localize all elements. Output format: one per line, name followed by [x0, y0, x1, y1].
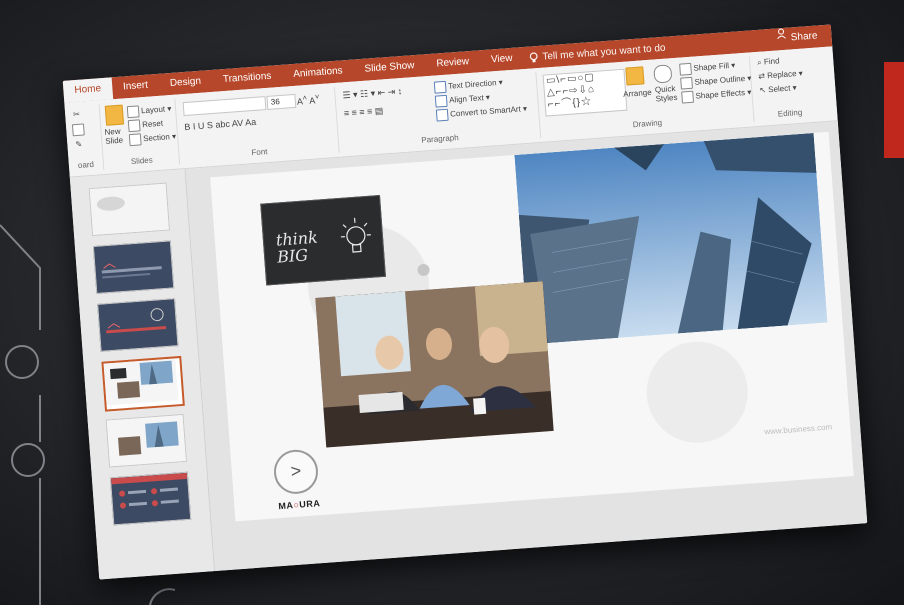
- replace-button[interactable]: ⇄ Replace ▾: [758, 69, 803, 81]
- lightbulb-icon: [529, 51, 538, 62]
- reset-button[interactable]: Reset: [127, 118, 164, 133]
- decorative-dot: [417, 263, 430, 277]
- layout-icon: [126, 105, 140, 119]
- website-text: www.business.com: [763, 422, 833, 437]
- font-group: 36 A˄ A˅ B I U S abc AV Aa Font: [176, 86, 340, 165]
- clipboard-group: ✂ ✎ oard: [64, 104, 105, 173]
- quick-styles-button[interactable]: Quick Styles: [655, 84, 678, 103]
- grow-font-icon[interactable]: A˄ A˅: [296, 92, 320, 107]
- slide-thumbnail-6[interactable]: [109, 471, 192, 526]
- arrange-label[interactable]: Arrange: [623, 88, 652, 99]
- next-slide-button[interactable]: >: [272, 448, 320, 496]
- shape-effects-button[interactable]: Shape Effects ▾: [681, 86, 752, 104]
- slide-thumbnail-3[interactable]: [97, 298, 179, 352]
- thumbnail-graphic: [89, 183, 169, 236]
- thumbnail-graphic: [110, 472, 191, 525]
- search-icon: ⌕: [756, 57, 763, 67]
- slide-thumbnail-2[interactable]: [92, 240, 175, 294]
- thumbnail-graphic: [103, 358, 179, 406]
- skyscrapers-photo[interactable]: [514, 133, 828, 345]
- chalkboard-image: think BIG: [260, 194, 386, 286]
- find-button[interactable]: ⌕ Find: [757, 56, 780, 68]
- text-direction-icon: [433, 80, 447, 94]
- editing-group: ⌕ Find ⇄ Replace ▾ ↖ Select ▾ Editing: [751, 51, 826, 122]
- shape-fill-icon: [679, 62, 692, 76]
- copy-icon[interactable]: [71, 123, 87, 137]
- align-text-icon: [434, 94, 448, 108]
- powerpoint-window: Home Insert Design Transitions Animation…: [62, 24, 868, 580]
- brand-logo: MA○URA: [278, 498, 321, 512]
- slide-thumbnail-4[interactable]: [101, 355, 185, 412]
- slides-group-label: Slides: [130, 155, 153, 167]
- meeting-image: [315, 281, 554, 448]
- clipboard-group-label: oard: [77, 159, 95, 170]
- select-button[interactable]: ↖ Select ▾: [759, 83, 797, 95]
- new-slide-button[interactable]: New Slide: [104, 127, 123, 146]
- select-icon: ↖: [758, 85, 767, 95]
- tab-view[interactable]: View: [479, 47, 524, 72]
- font-name-field[interactable]: [182, 96, 267, 117]
- layout-button[interactable]: Layout ▾: [126, 103, 172, 119]
- slide-editor-canvas: think BIG > MA○URA www.business.com: [185, 121, 868, 572]
- chalkboard-text: think BIG: [275, 227, 319, 267]
- new-slide-icon[interactable]: [104, 104, 126, 126]
- shape-effects-icon: [681, 90, 695, 104]
- skyscrapers-image: [514, 133, 828, 345]
- section-button[interactable]: Section ▾: [128, 131, 177, 147]
- shapes-gallery[interactable]: ▭\⌐▭○▢ △⌐⌐⇨⇩⌂ ⌐⌐⌒{}☆: [542, 68, 628, 117]
- person-icon: [777, 28, 787, 40]
- section-icon: [128, 133, 142, 147]
- share-button[interactable]: Share: [776, 26, 818, 51]
- smartart-icon: [435, 108, 449, 122]
- red-accent-bar: [884, 62, 904, 158]
- arrange-button[interactable]: [625, 66, 646, 86]
- drawing-group: ▭\⌐▭○▢ △⌐⌐⇨⇩⌂ ⌐⌐⌒{}☆ Arrange Quick Style…: [537, 56, 755, 138]
- replace-icon: ⇄: [757, 71, 766, 81]
- slide-thumbnail-1[interactable]: [88, 182, 170, 237]
- font-format-buttons[interactable]: B I U S abc AV Aa: [184, 117, 256, 132]
- share-label: Share: [790, 30, 818, 44]
- list-buttons[interactable]: ☰ ▾ ☷ ▾ ⇤ ⇥ ↕: [342, 86, 402, 101]
- shape-outline-icon: [680, 76, 693, 90]
- quick-styles-icon[interactable]: [653, 64, 674, 84]
- current-slide[interactable]: think BIG > MA○URA www.business.com: [210, 131, 854, 522]
- thumbnail-graphic: [98, 299, 178, 351]
- business-meeting-photo[interactable]: [315, 281, 554, 448]
- cut-icon[interactable]: ✂: [73, 110, 80, 119]
- slide-thumbnail-5[interactable]: [105, 413, 187, 468]
- reset-icon: [127, 119, 141, 133]
- lightbulb-sketch-icon: [340, 217, 371, 253]
- thumbnail-graphic: [93, 241, 174, 293]
- paragraph-group: ☰ ▾ ☷ ▾ ⇤ ⇥ ↕ ≡ ≡ ≡ ≡ ▤ Text Direction ▾…: [335, 72, 542, 153]
- editing-group-label: Editing: [777, 107, 803, 119]
- thumbnail-graphic: [106, 414, 186, 467]
- alignment-buttons[interactable]: ≡ ≡ ≡ ≡ ▤: [343, 105, 383, 119]
- text-direction-button[interactable]: Text Direction ▾: [433, 77, 503, 94]
- slides-group: New Slide Layout ▾ Reset Section ▾ Slide…: [100, 98, 181, 170]
- format-painter-icon[interactable]: ✎: [75, 140, 82, 149]
- font-size-field[interactable]: 36: [266, 93, 297, 110]
